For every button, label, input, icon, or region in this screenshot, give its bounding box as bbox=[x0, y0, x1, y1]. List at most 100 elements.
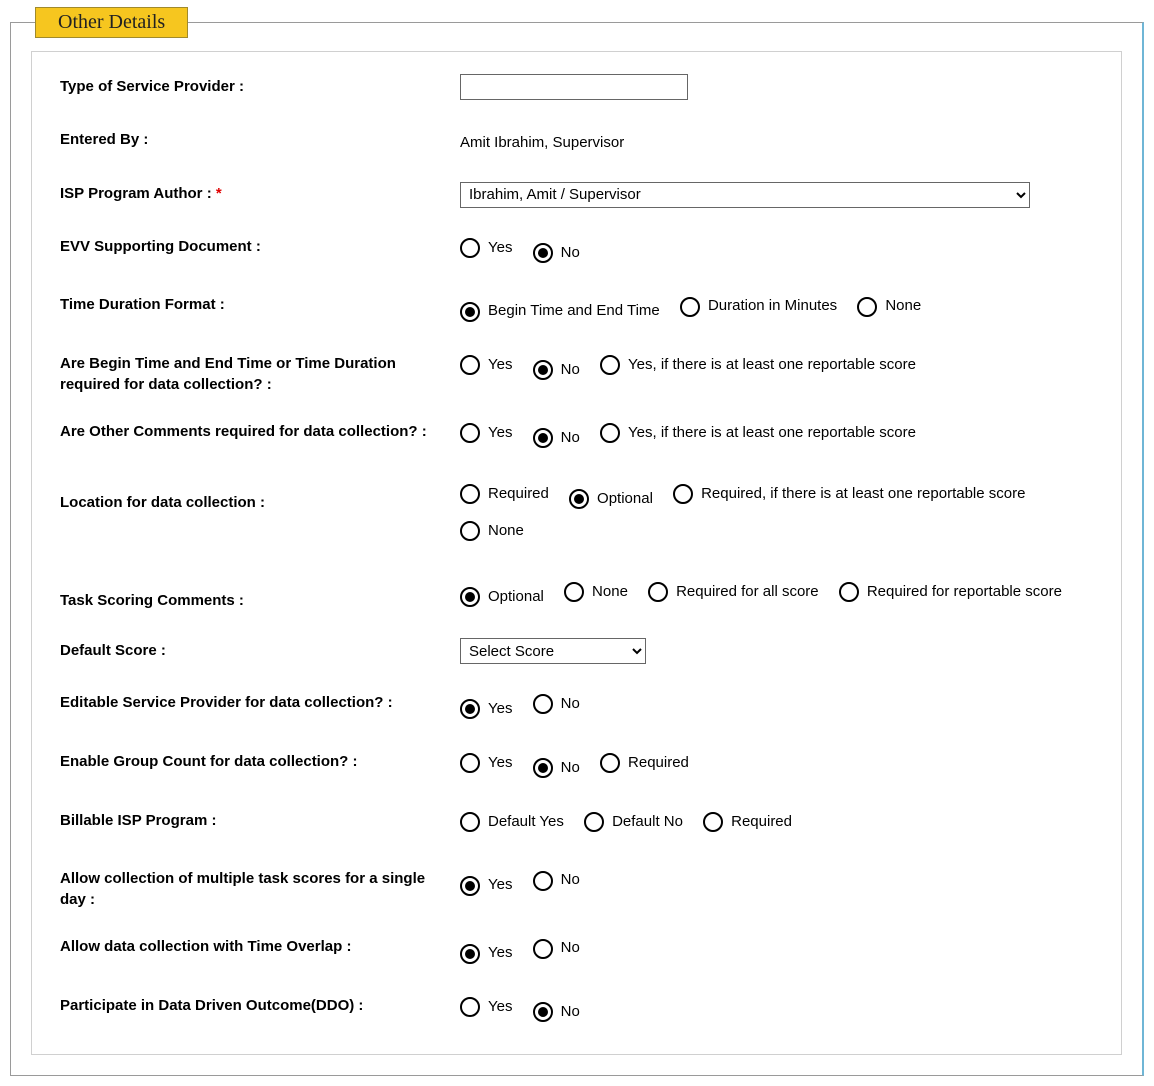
radio-label-bip-default-yes: Default Yes bbox=[488, 808, 564, 837]
radio-esp-no[interactable] bbox=[533, 694, 553, 714]
input-type-of-service-provider[interactable] bbox=[460, 74, 688, 100]
radio-time-req-cond[interactable] bbox=[600, 355, 620, 375]
radio-bip-default-yes[interactable] bbox=[460, 812, 480, 832]
label-text-isp-program-author: ISP Program Author : bbox=[60, 185, 212, 202]
radio-label-evv-no: No bbox=[561, 239, 580, 268]
radio-label-bip-required: Required bbox=[731, 808, 792, 837]
radio-label-tdf-minutes: Duration in Minutes bbox=[708, 292, 837, 321]
radio-label-ddo-no: No bbox=[561, 998, 580, 1027]
radio-label-esp-yes: Yes bbox=[488, 695, 512, 724]
label-participate-ddo: Participate in Data Driven Outcome(DDO) … bbox=[60, 993, 460, 1016]
label-time-duration-format: Time Duration Format : bbox=[60, 292, 460, 315]
radio-label-tsc-required-reportable: Required for reportable score bbox=[867, 576, 1062, 608]
radio-tdf-minutes[interactable] bbox=[680, 297, 700, 317]
radio-label-egc-yes: Yes bbox=[488, 749, 512, 778]
label-task-scoring-comments: Task Scoring Comments : bbox=[60, 576, 460, 611]
radio-loc-none[interactable] bbox=[460, 521, 480, 541]
label-enable-group-count: Enable Group Count for data collection? … bbox=[60, 749, 460, 772]
radio-label-tsc-optional: Optional bbox=[488, 581, 544, 613]
radio-label-ocr-yes: Yes bbox=[488, 419, 512, 448]
radio-amts-no[interactable] bbox=[533, 871, 553, 891]
row-participate-ddo: Participate in Data Driven Outcome(DDO) … bbox=[60, 993, 1093, 1028]
row-entered-by: Entered By : Amit Ibrahim, Supervisor bbox=[60, 127, 1093, 158]
radio-label-ocr-no: No bbox=[561, 424, 580, 453]
radio-loc-cond[interactable] bbox=[673, 484, 693, 504]
row-time-required: Are Begin Time and End Time or Time Dura… bbox=[60, 351, 1093, 395]
radio-label-esp-no: No bbox=[561, 690, 580, 719]
radio-time-req-yes[interactable] bbox=[460, 355, 480, 375]
radio-label-tdf-none: None bbox=[885, 292, 921, 321]
row-allow-time-overlap: Allow data collection with Time Overlap … bbox=[60, 934, 1093, 969]
row-other-comments-required: Are Other Comments required for data col… bbox=[60, 419, 1093, 454]
label-allow-multiple-task-scores: Allow collection of multiple task scores… bbox=[60, 866, 460, 910]
radio-tsc-required-all[interactable] bbox=[648, 582, 668, 602]
radio-label-evv-yes: Yes bbox=[488, 234, 512, 263]
label-billable-isp-program: Billable ISP Program : bbox=[60, 808, 460, 831]
radio-label-tsc-required-all: Required for all score bbox=[676, 576, 819, 608]
radio-label-tdf-begin-end: Begin Time and End Time bbox=[488, 297, 660, 326]
radio-egc-no[interactable] bbox=[533, 758, 553, 778]
required-mark-icon: * bbox=[216, 185, 222, 202]
radio-ocr-yes[interactable] bbox=[460, 423, 480, 443]
other-details-fieldset: Other Details Type of Service Provider :… bbox=[10, 22, 1144, 1076]
radio-bip-default-no[interactable] bbox=[584, 812, 604, 832]
radio-ddo-yes[interactable] bbox=[460, 997, 480, 1017]
radio-evv-yes[interactable] bbox=[460, 238, 480, 258]
label-time-required: Are Begin Time and End Time or Time Dura… bbox=[60, 351, 460, 395]
legend-title: Other Details bbox=[35, 7, 188, 38]
row-enable-group-count: Enable Group Count for data collection? … bbox=[60, 749, 1093, 784]
row-billable-isp-program: Billable ISP Program : Default Yes Defau… bbox=[60, 808, 1093, 843]
row-time-duration-format: Time Duration Format : Begin Time and En… bbox=[60, 292, 1093, 327]
label-isp-program-author: ISP Program Author : * bbox=[60, 181, 460, 204]
radio-label-egc-no: No bbox=[561, 754, 580, 783]
radio-tdf-begin-end[interactable] bbox=[460, 302, 480, 322]
radio-ato-yes[interactable] bbox=[460, 944, 480, 964]
row-task-scoring-comments: Task Scoring Comments : Optional None Re… bbox=[60, 576, 1093, 613]
radio-esp-yes[interactable] bbox=[460, 699, 480, 719]
radio-label-bip-default-no: Default No bbox=[612, 808, 683, 837]
radio-ocr-cond[interactable] bbox=[600, 423, 620, 443]
radio-loc-required[interactable] bbox=[460, 484, 480, 504]
radio-tsc-optional[interactable] bbox=[460, 587, 480, 607]
value-entered-by: Amit Ibrahim, Supervisor bbox=[460, 127, 1093, 158]
label-evv-supporting-document: EVV Supporting Document : bbox=[60, 234, 460, 257]
radio-label-loc-cond: Required, if there is at least one repor… bbox=[701, 478, 1025, 510]
radio-tdf-none[interactable] bbox=[857, 297, 877, 317]
label-default-score: Default Score : bbox=[60, 638, 460, 661]
radio-loc-optional[interactable] bbox=[569, 489, 589, 509]
radio-amts-yes[interactable] bbox=[460, 876, 480, 896]
label-entered-by: Entered By : bbox=[60, 127, 460, 150]
radio-label-ocr-cond: Yes, if there is at least one reportable… bbox=[628, 419, 916, 448]
row-allow-multiple-task-scores: Allow collection of multiple task scores… bbox=[60, 866, 1093, 910]
radio-tsc-none[interactable] bbox=[564, 582, 584, 602]
row-editable-service-provider: Editable Service Provider for data colle… bbox=[60, 690, 1093, 725]
radio-egc-required[interactable] bbox=[600, 753, 620, 773]
radio-label-loc-optional: Optional bbox=[597, 483, 653, 515]
label-other-comments-required: Are Other Comments required for data col… bbox=[60, 419, 460, 442]
select-isp-program-author[interactable]: Ibrahim, Amit / Supervisor bbox=[460, 182, 1030, 208]
label-allow-time-overlap: Allow data collection with Time Overlap … bbox=[60, 934, 460, 957]
radio-label-ddo-yes: Yes bbox=[488, 993, 512, 1022]
row-evv-supporting-document: EVV Supporting Document : Yes No bbox=[60, 234, 1093, 269]
radio-bip-required[interactable] bbox=[703, 812, 723, 832]
radio-label-ato-no: No bbox=[561, 934, 580, 963]
radio-ato-no[interactable] bbox=[533, 939, 553, 959]
radio-ocr-no[interactable] bbox=[533, 428, 553, 448]
radio-tsc-required-reportable[interactable] bbox=[839, 582, 859, 602]
row-location-data-collection: Location for data collection : Required … bbox=[60, 478, 1093, 553]
radio-egc-yes[interactable] bbox=[460, 753, 480, 773]
radio-evv-no[interactable] bbox=[533, 243, 553, 263]
radio-label-amts-no: No bbox=[561, 866, 580, 895]
row-isp-program-author: ISP Program Author : * Ibrahim, Amit / S… bbox=[60, 181, 1093, 210]
select-default-score[interactable]: Select Score bbox=[460, 638, 646, 664]
radio-ddo-no[interactable] bbox=[533, 1002, 553, 1022]
radio-label-time-req-yes: Yes bbox=[488, 351, 512, 380]
label-location-data-collection: Location for data collection : bbox=[60, 478, 460, 513]
form-panel: Type of Service Provider : Entered By : … bbox=[31, 51, 1122, 1055]
radio-label-loc-required: Required bbox=[488, 478, 549, 510]
row-type-of-service-provider: Type of Service Provider : bbox=[60, 74, 1093, 103]
radio-label-time-req-cond: Yes, if there is at least one reportable… bbox=[628, 351, 916, 380]
radio-time-req-no[interactable] bbox=[533, 360, 553, 380]
label-type-of-service-provider: Type of Service Provider : bbox=[60, 74, 460, 97]
label-editable-service-provider: Editable Service Provider for data colle… bbox=[60, 690, 460, 713]
